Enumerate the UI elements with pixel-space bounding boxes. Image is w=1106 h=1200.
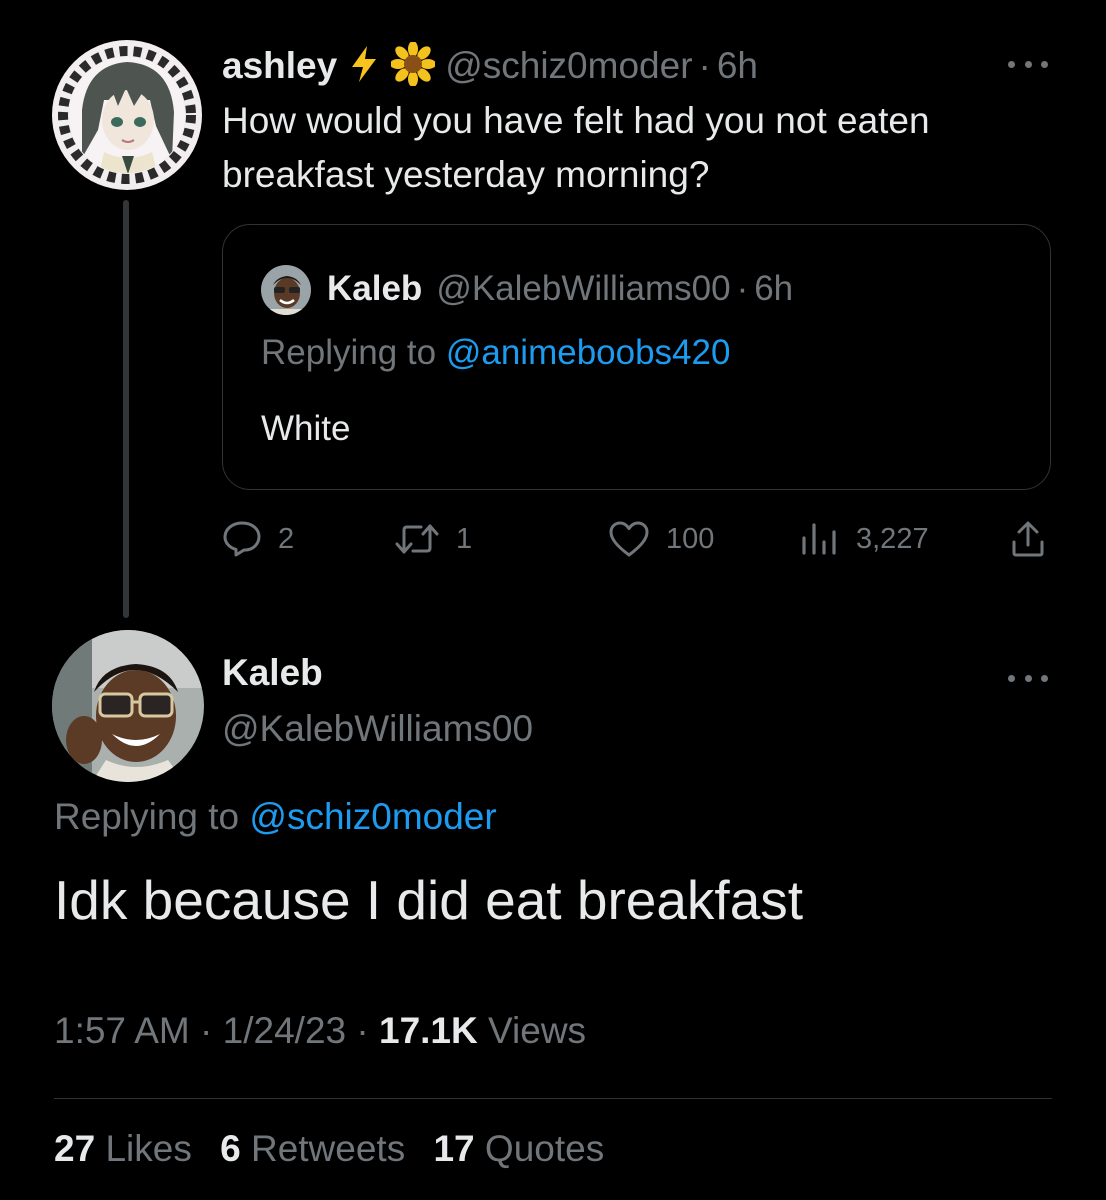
like-button[interactable]: 100 [608,514,714,564]
quoted-separator-dot: · [736,269,749,308]
avatar-kaleb[interactable] [52,630,204,782]
lightning-emoji-icon [347,44,381,89]
parent-tweet-text: How would you have felt had you not eate… [222,100,930,195]
quoted-tweet-card[interactable]: Kaleb @KalebWilliams00 · 6h Replying to … [222,224,1051,490]
views-count: 3,227 [856,522,929,555]
main-replying-to: Replying to @schiz0moder [54,796,497,838]
separator-dot: · [698,45,711,86]
like-count: 100 [666,522,715,555]
quoted-replying-mention[interactable]: @animeboobs420 [446,333,731,372]
quotes-stat[interactable]: 17 Quotes [433,1128,604,1169]
quoted-tweet-header: Kaleb @KalebWilliams00 · 6h [327,263,793,315]
quoted-replying-to: Replying to @animeboobs420 [261,333,730,373]
likes-label: Likes [105,1128,192,1169]
main-author-display-name[interactable]: Kaleb [222,652,323,694]
main-replying-prefix: Replying to [54,796,240,837]
likes-total: 27 [54,1128,96,1169]
main-more-options-icon[interactable] [1008,668,1048,688]
retweets-total: 6 [220,1128,241,1169]
parent-tweet-header: ashley @schiz0moder · 6h [222,36,758,96]
tweet-timestamp[interactable]: 1:57 AM [54,1010,190,1051]
quotes-label: Quotes [484,1128,605,1169]
kaleb-avatar-image [52,630,204,782]
quoted-time: 6h [754,269,794,308]
reply-icon [222,520,262,558]
likes-stat[interactable]: 27 Likes [54,1128,202,1169]
views-label: Views [488,1010,587,1051]
main-author-handle[interactable]: @KalebWilliams00 [222,708,533,750]
retweet-icon [394,522,440,556]
reply-button[interactable]: 2 [222,514,294,564]
share-icon [1010,520,1046,558]
main-tweet-text: Idk because I did eat breakfast [54,869,804,931]
meta-separator-2: · [356,1010,369,1051]
views-button[interactable]: 3,227 [800,514,929,564]
quoted-avatar [261,265,311,315]
quoted-replying-prefix: Replying to [261,333,437,372]
sunflower-emoji-icon [390,40,437,91]
more-options-icon[interactable] [1008,54,1048,74]
share-button[interactable] [1010,514,1046,564]
heart-icon [608,520,650,558]
views-total: 17.1K [379,1010,478,1051]
author-handle[interactable]: @schiz0moder [445,45,692,87]
quoted-display-name: Kaleb [327,269,423,308]
quoted-avatar-image [261,265,311,315]
thread-connector-line [123,200,129,618]
author-display-name[interactable]: ashley [222,45,337,87]
quotes-total: 17 [433,1128,475,1169]
retweets-label: Retweets [250,1128,406,1169]
tweet-date[interactable]: 1/24/23 [223,1010,346,1051]
quoted-handle: @KalebWilliams00 [436,269,731,308]
tweet-time[interactable]: 6h [717,45,758,87]
meta-separator-1: · [200,1010,213,1051]
tweet-metadata: 1:57 AM · 1/24/23 · 17.1K Views [54,1010,586,1052]
retweet-count: 1 [456,522,473,555]
stats-divider [54,1098,1052,1099]
avatar-ashley[interactable] [52,40,202,190]
quoted-tweet-text: White [261,409,351,448]
analytics-icon [800,522,840,556]
main-replying-mention[interactable]: @schiz0moder [249,796,496,837]
retweet-button[interactable]: 1 [394,514,472,564]
anime-avatar-image [52,40,202,190]
reply-count: 2 [278,522,295,555]
engagement-stats: 27 Likes 6 Retweets 17 Quotes [54,1128,622,1170]
retweets-stat[interactable]: 6 Retweets [220,1128,415,1169]
